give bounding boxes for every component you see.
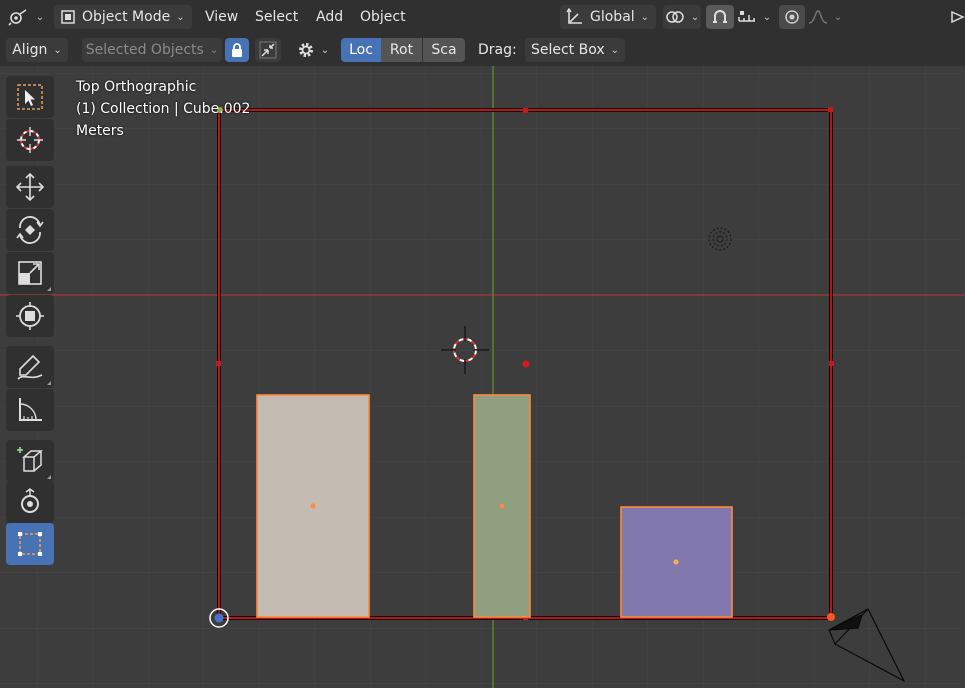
active-object-origin [522, 360, 530, 368]
chevron-down-icon: ⌄ [690, 11, 700, 23]
falloff-icon [808, 10, 827, 24]
units-label: Meters [76, 123, 124, 139]
tool-add-cube[interactable] [6, 440, 54, 482]
proportional-editing-toggle[interactable] [779, 5, 805, 29]
tool-measure[interactable] [6, 389, 54, 431]
align-dropdown[interactable]: Align ⌄ [6, 38, 68, 62]
tool-select-box-active[interactable] [6, 523, 54, 565]
tool-variants-indicator [47, 287, 51, 291]
viewport-info-overlay: Top Orthographic (1) Collection | Cube.0… [76, 76, 250, 142]
tool-scale[interactable] [6, 252, 54, 294]
cube-middle-origin [499, 503, 505, 509]
chevron-down-icon: ⌄ [35, 11, 45, 23]
viewport-canvas[interactable] [0, 66, 965, 688]
editor-type-icon [8, 9, 27, 26]
overlay-gizmo-toggle[interactable] [948, 5, 965, 29]
affect-only-parents-icon [259, 41, 277, 59]
snap-target-selector[interactable]: ⌄ [734, 5, 774, 29]
measure-icon [19, 398, 42, 421]
add-cube-icon [17, 447, 44, 472]
proportional-edit-icon [785, 10, 799, 24]
tool-cursor[interactable] [6, 119, 54, 161]
menu-add[interactable]: Add [316, 5, 343, 29]
tool-transform-origin[interactable] [6, 481, 54, 523]
chevron-down-icon: ⌄ [610, 44, 620, 56]
cursor-icon [17, 127, 43, 153]
mode-selector[interactable]: Object Mode ⌄ [54, 5, 192, 29]
affect-only-parents-toggle[interactable] [255, 38, 281, 62]
cube-right-origin [673, 559, 679, 565]
proportional-falloff-selector[interactable]: ⌄ [806, 5, 844, 29]
move-icon [15, 172, 45, 202]
tool-rotate[interactable] [6, 209, 54, 251]
tool-select-box[interactable] [6, 76, 54, 118]
chevron-down-icon: ⌄ [320, 44, 330, 56]
viewport-header: ⌄ Object Mode ⌄ View Select Add Object G… [0, 0, 965, 34]
selected-objects-label: Selected Objects [85, 42, 204, 58]
3d-viewport[interactable] [0, 66, 965, 688]
tool-variants-indicator [47, 381, 51, 385]
gizmo-icon [951, 10, 965, 24]
drag-value: Select Box [530, 42, 605, 58]
tool-transform[interactable] [6, 295, 54, 337]
editor-type-selector[interactable]: ⌄ [6, 5, 46, 29]
sca-toggle[interactable]: Sca [423, 38, 465, 62]
mode-label: Object Mode [82, 9, 171, 25]
rot-toggle[interactable]: Rot [381, 38, 422, 62]
lock-icon [232, 43, 242, 57]
gear-icon [298, 43, 313, 57]
drag-dropdown[interactable]: Select Box ⌄ [525, 38, 625, 62]
chevron-down-icon: ⌄ [209, 44, 219, 56]
orientation-label: Global [590, 9, 635, 25]
pivot-point-selector[interactable]: ⌄ [663, 5, 701, 29]
annotate-icon [17, 354, 43, 380]
collection-info: (1) Collection | Cube.002 [76, 101, 251, 117]
menu-select[interactable]: Select [255, 5, 298, 29]
snap-icon [713, 10, 727, 23]
align-label: Align [12, 42, 48, 58]
tool-annotate[interactable] [6, 346, 54, 388]
transform-icon [16, 302, 44, 330]
cube-left-origin [310, 503, 316, 509]
chevron-down-icon: ⌄ [176, 11, 185, 23]
box-select-icon [18, 532, 42, 556]
view-name: Top Orthographic [76, 79, 197, 95]
transform-orientation-icon [566, 8, 582, 24]
chevron-down-icon: ⌄ [640, 11, 650, 23]
lock-toggle[interactable] [225, 38, 249, 62]
chevron-down-icon: ⌄ [833, 11, 843, 23]
world-origin-dot [214, 613, 224, 623]
scale-icon [18, 261, 42, 285]
pivot-icon [666, 11, 684, 23]
tool-settings-bar: Align ⌄ Selected Objects ⌄ ⌄ Loc Rot Sca… [0, 34, 965, 66]
plane-corner-vertex-active [827, 613, 835, 621]
snap-increment-icon [738, 11, 755, 22]
tool-variants-indicator [47, 475, 51, 479]
selected-objects-dropdown[interactable]: Selected Objects ⌄ [82, 38, 222, 62]
object-mode-icon [61, 10, 75, 24]
chevron-down-icon: ⌄ [53, 44, 62, 56]
transform-orientation-selector[interactable]: Global ⌄ [560, 5, 656, 29]
loc-toggle[interactable]: Loc [341, 38, 381, 62]
menu-object[interactable]: Object [360, 5, 406, 29]
origin-icon [21, 488, 39, 513]
tool-move[interactable] [6, 166, 54, 208]
menu-view[interactable]: View [205, 5, 238, 29]
options-dropdown[interactable]: ⌄ [293, 38, 333, 62]
select-box-icon [17, 84, 43, 110]
rotate-icon [16, 216, 44, 244]
drag-label: Drag: [478, 42, 517, 58]
snap-toggle[interactable] [706, 5, 734, 29]
chevron-down-icon: ⌄ [762, 11, 772, 23]
